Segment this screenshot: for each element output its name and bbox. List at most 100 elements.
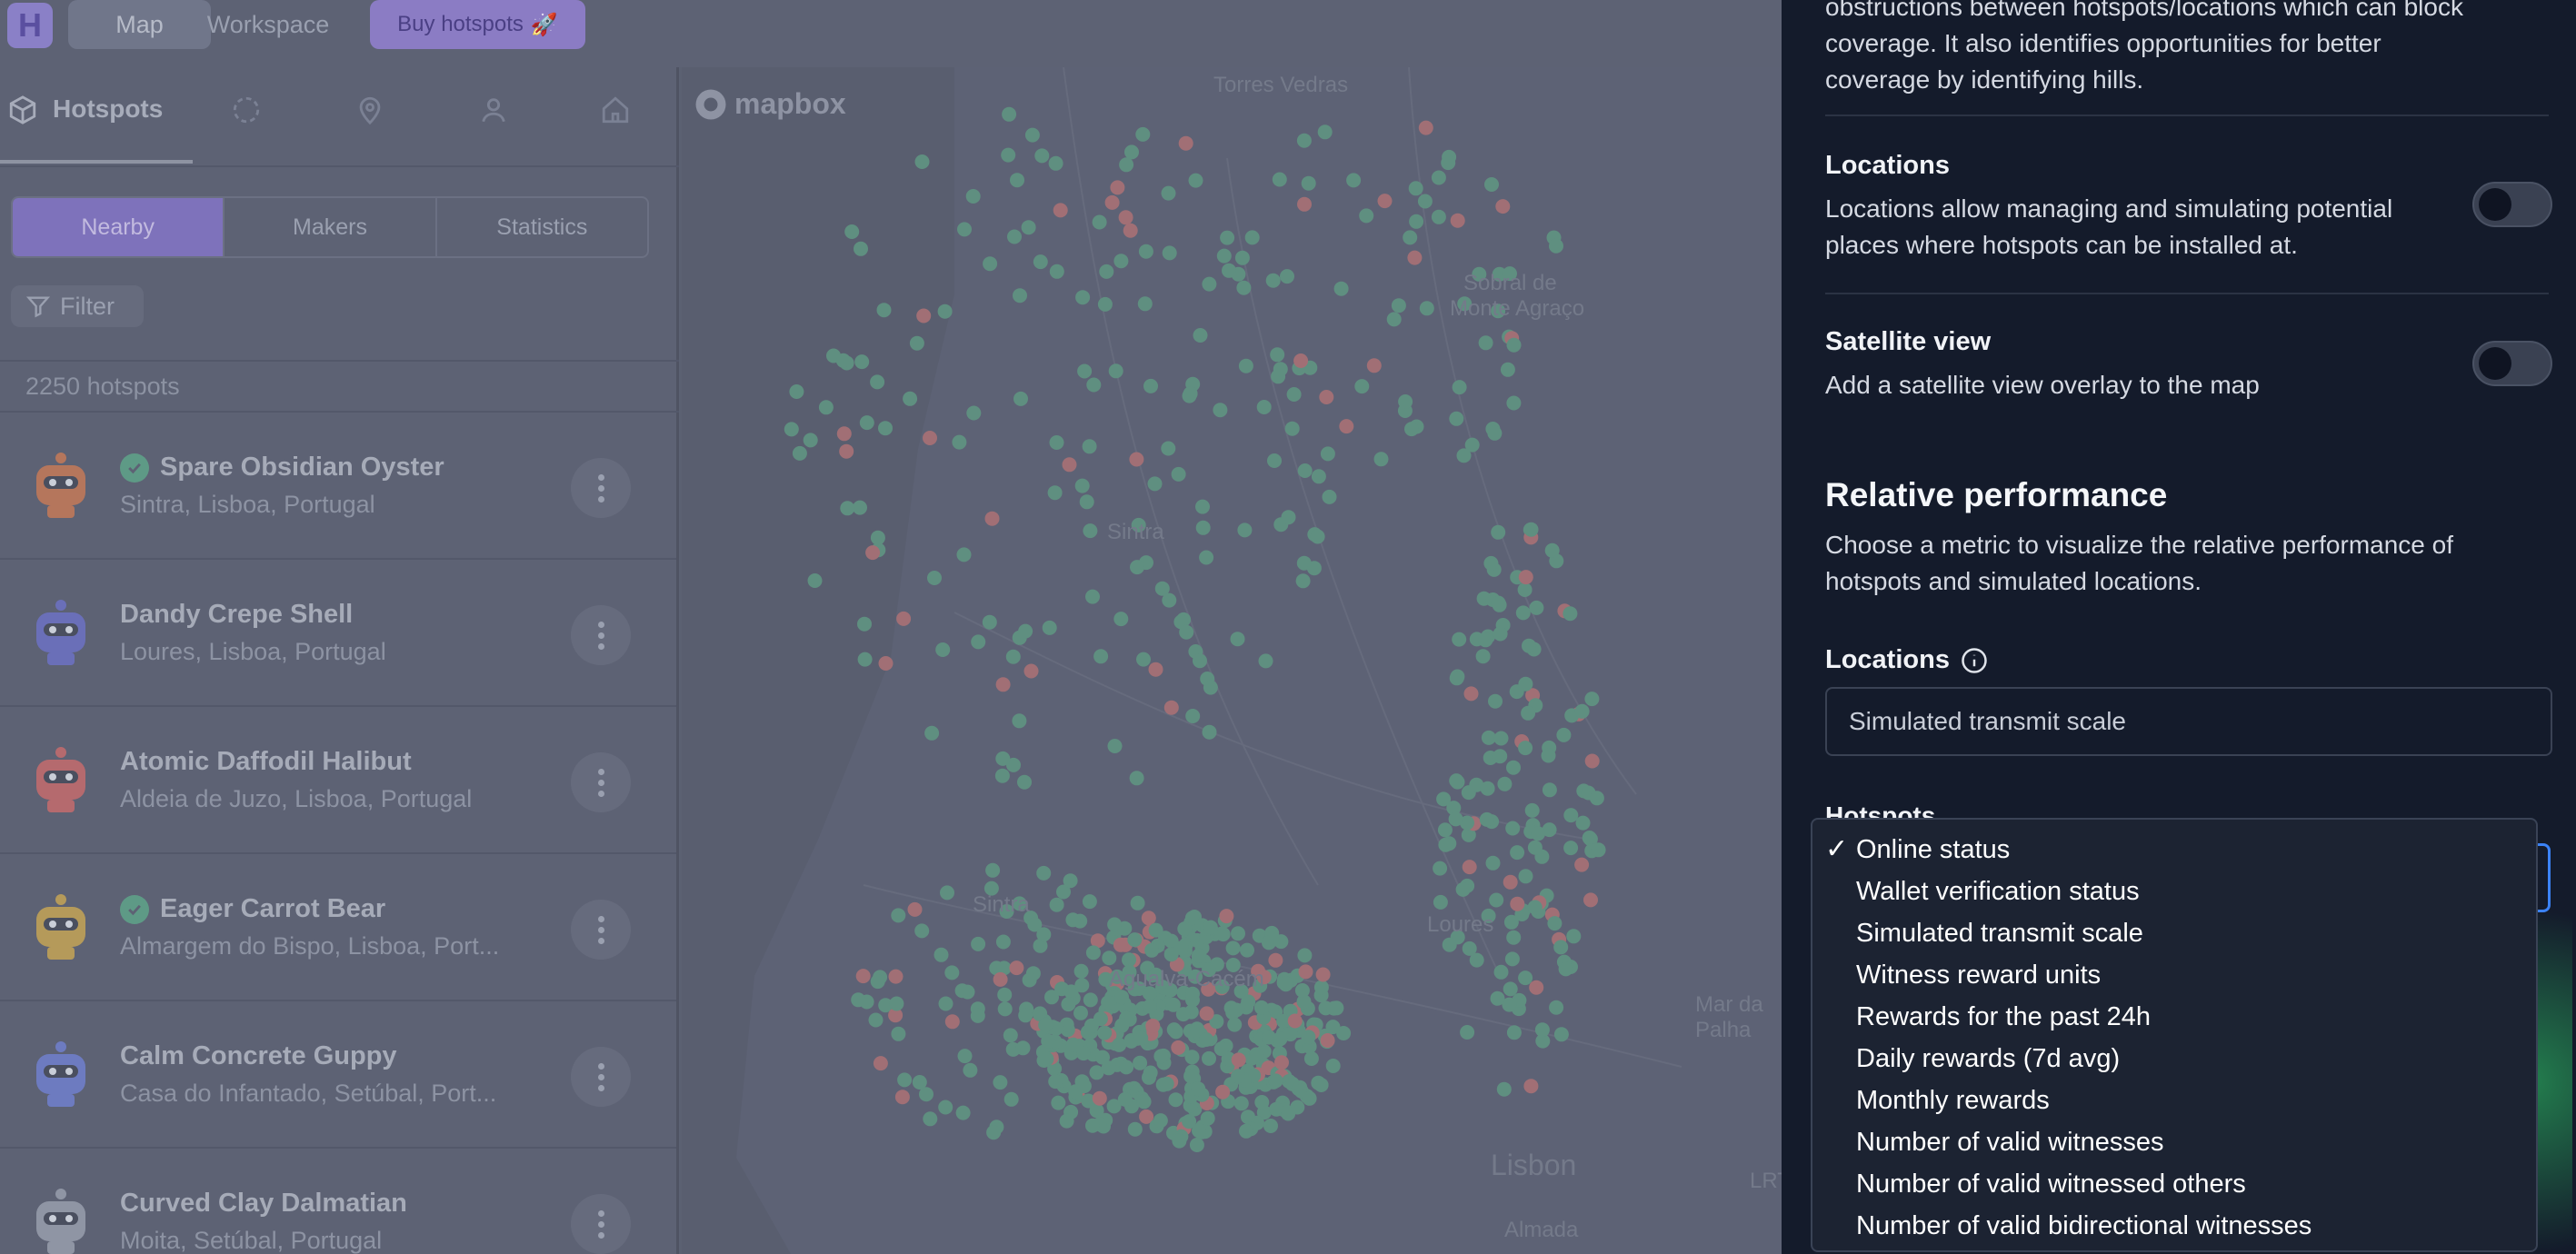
offline-hotspot-dot[interactable] (984, 511, 1000, 526)
offline-hotspot-dot[interactable] (1320, 1033, 1335, 1048)
dropdown-option[interactable]: Daily rewards (7d avg) (1812, 1038, 2536, 1080)
online-hotspot-dot[interactable] (1553, 940, 1569, 955)
online-hotspot-dot[interactable] (1544, 542, 1560, 558)
online-hotspot-dot[interactable] (994, 768, 1010, 783)
online-hotspot-dot[interactable] (1220, 230, 1235, 245)
online-hotspot-dot[interactable] (1310, 529, 1325, 544)
online-hotspot-dot[interactable] (1273, 362, 1288, 377)
online-hotspot-dot[interactable] (1193, 328, 1208, 343)
online-hotspot-dot[interactable] (1163, 947, 1179, 962)
online-hotspot-dot[interactable] (923, 1111, 938, 1127)
online-hotspot-dot[interactable] (1199, 1032, 1213, 1047)
online-hotspot-dot[interactable] (1047, 485, 1063, 501)
online-hotspot-dot[interactable] (1484, 177, 1499, 192)
online-hotspot-dot[interactable] (966, 405, 982, 421)
online-hotspot-dot[interactable] (1108, 363, 1123, 379)
online-hotspot-dot[interactable] (1542, 782, 1557, 798)
online-hotspot-dot[interactable] (1231, 1069, 1246, 1084)
online-hotspot-dot[interactable] (1431, 170, 1446, 185)
offline-hotspot-dot[interactable] (873, 1056, 888, 1071)
offline-hotspot-dot[interactable] (1583, 892, 1598, 908)
dropdown-option[interactable]: Wallet verification status (1812, 871, 2536, 912)
online-hotspot-dot[interactable] (1409, 214, 1424, 229)
offline-hotspot-dot[interactable] (1339, 419, 1354, 434)
online-hotspot-dot[interactable] (1065, 912, 1081, 928)
offline-hotspot-dot[interactable] (878, 656, 894, 671)
online-hotspot-dot[interactable] (1231, 926, 1245, 941)
online-hotspot-dot[interactable] (1281, 1106, 1296, 1121)
online-hotspot-dot[interactable] (1531, 826, 1546, 841)
online-hotspot-dot[interactable] (1478, 335, 1493, 351)
online-hotspot-dot[interactable] (1249, 1047, 1264, 1062)
online-hotspot-dot[interactable] (1325, 1059, 1341, 1073)
online-hotspot-dot[interactable] (835, 353, 851, 368)
online-hotspot-dot[interactable] (1074, 478, 1090, 493)
online-hotspot-dot[interactable] (1059, 1113, 1074, 1129)
online-hotspot-dot[interactable] (1142, 999, 1157, 1014)
online-hotspot-dot[interactable] (1024, 127, 1040, 143)
online-hotspot-dot[interactable] (935, 642, 951, 657)
online-hotspot-dot[interactable] (1168, 1024, 1183, 1040)
online-hotspot-dot[interactable] (1354, 379, 1370, 394)
dropdown-option[interactable]: Number of valid witnesses (1812, 1121, 2536, 1163)
online-hotspot-dot[interactable] (1483, 555, 1499, 571)
online-hotspot-dot[interactable] (1301, 1030, 1316, 1045)
offline-hotspot-dot[interactable] (1219, 909, 1234, 924)
online-hotspot-dot[interactable] (1036, 865, 1052, 881)
online-hotspot-dot[interactable] (1433, 861, 1448, 876)
online-hotspot-dot[interactable] (803, 433, 818, 448)
online-hotspot-dot[interactable] (1175, 1007, 1191, 1022)
online-hotspot-dot[interactable] (995, 934, 1011, 950)
online-hotspot-dot[interactable] (818, 400, 834, 415)
offline-hotspot-dot[interactable] (1287, 1013, 1303, 1029)
online-hotspot-dot[interactable] (889, 996, 904, 1011)
online-hotspot-dot[interactable] (934, 947, 949, 962)
online-hotspot-dot[interactable] (995, 751, 1011, 766)
tab-workspace[interactable]: Workspace (182, 0, 354, 49)
online-hotspot-dot[interactable] (1183, 1069, 1199, 1084)
online-hotspot-dot[interactable] (1225, 940, 1241, 956)
online-hotspot-dot[interactable] (954, 983, 970, 999)
online-hotspot-dot[interactable] (1074, 978, 1090, 993)
online-hotspot-dot[interactable] (851, 992, 866, 1008)
online-hotspot-dot[interactable] (1527, 900, 1543, 915)
segment-makers[interactable]: Makers (225, 198, 437, 256)
online-hotspot-dot[interactable] (1485, 855, 1501, 871)
online-hotspot-dot[interactable] (1541, 748, 1556, 763)
online-hotspot-dot[interactable] (1404, 422, 1419, 437)
online-hotspot-dot[interactable] (1229, 1002, 1244, 1018)
online-hotspot-dot[interactable] (1575, 815, 1591, 831)
online-hotspot-dot[interactable] (1041, 1033, 1056, 1049)
online-hotspot-dot[interactable] (1549, 238, 1563, 254)
offline-hotspot-dot[interactable] (1523, 1079, 1539, 1094)
hotspot-list-item[interactable]: Eager Carrot Bear Almargem do Bispo, Lisb… (0, 854, 676, 1001)
online-hotspot-dot[interactable] (1119, 1060, 1134, 1075)
online-hotspot-dot[interactable] (938, 1100, 954, 1115)
online-hotspot-dot[interactable] (970, 1008, 985, 1023)
online-hotspot-dot[interactable] (957, 1049, 973, 1064)
online-hotspot-dot[interactable] (784, 422, 799, 437)
offline-hotspot-dot[interactable] (1062, 457, 1077, 473)
online-hotspot-dot[interactable] (956, 547, 972, 562)
online-hotspot-dot[interactable] (1113, 612, 1129, 627)
online-hotspot-dot[interactable] (1193, 653, 1207, 669)
offline-hotspot-dot[interactable] (1319, 390, 1334, 404)
online-hotspot-dot[interactable] (927, 571, 942, 585)
online-hotspot-dot[interactable] (1171, 466, 1186, 482)
online-hotspot-dot[interactable] (1137, 296, 1153, 312)
online-hotspot-dot[interactable] (1281, 510, 1296, 525)
hotspot-list-item[interactable]: Calm Concrete Guppy Casa do Infantado, Se… (0, 1001, 676, 1149)
online-hotspot-dot[interactable] (944, 965, 960, 980)
online-hotspot-dot[interactable] (1102, 950, 1117, 966)
offline-hotspot-dot[interactable] (1141, 911, 1156, 926)
online-hotspot-dot[interactable] (1566, 929, 1582, 944)
offline-hotspot-dot[interactable] (1418, 120, 1433, 135)
online-hotspot-dot[interactable] (1233, 1096, 1249, 1111)
offline-hotspot-dot[interactable] (1053, 203, 1068, 218)
online-hotspot-dot[interactable] (1097, 1025, 1113, 1040)
online-hotspot-dot[interactable] (1203, 920, 1218, 935)
online-hotspot-dot[interactable] (1317, 124, 1333, 140)
online-hotspot-dot[interactable] (1311, 469, 1326, 484)
offline-hotspot-dot[interactable] (1510, 896, 1525, 911)
offline-hotspot-dot[interactable] (1503, 874, 1518, 890)
